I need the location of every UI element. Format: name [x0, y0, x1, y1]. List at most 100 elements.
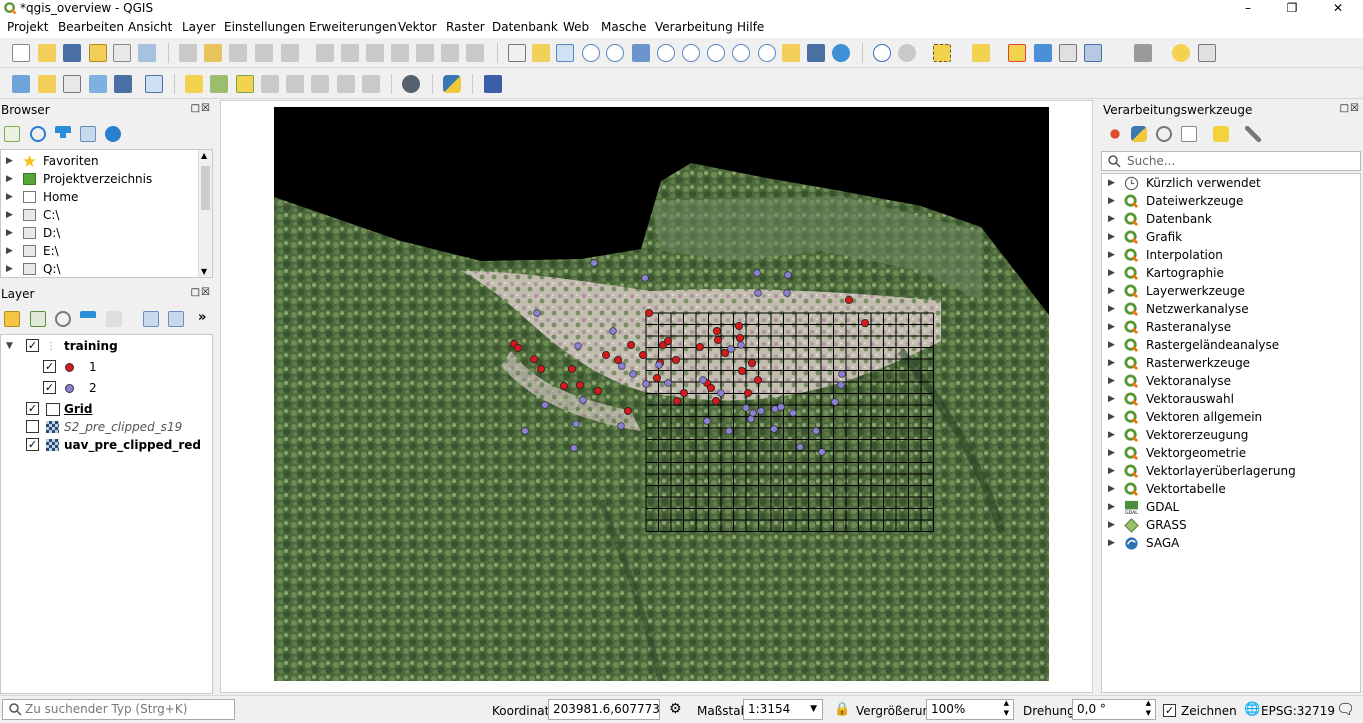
layer-visibility-checkbox[interactable]: ✓ — [43, 381, 56, 394]
training-point-class-1[interactable] — [644, 308, 653, 317]
style-layer-icon[interactable] — [4, 311, 20, 327]
field-calculator-icon[interactable] — [1059, 44, 1077, 62]
results-viewer-icon[interactable] — [1181, 126, 1197, 142]
training-point-class-2[interactable] — [629, 370, 637, 378]
training-point-class-1[interactable] — [738, 366, 747, 375]
add-group-icon[interactable] — [30, 311, 46, 327]
menu-8[interactable]: Datenbank — [492, 20, 558, 34]
delete-selected-icon[interactable] — [341, 44, 359, 62]
training-point-class-2[interactable] — [570, 444, 578, 452]
training-point-class-2[interactable] — [699, 376, 707, 384]
training-point-class-1[interactable] — [601, 350, 610, 359]
measure-line-icon[interactable] — [1134, 44, 1152, 62]
browser-item[interactable]: ▶ Home — [1, 188, 212, 206]
pin-labels-icon[interactable] — [261, 75, 279, 93]
training-point-class-1[interactable] — [706, 383, 715, 392]
expand-arrow-icon[interactable]: ▶ — [1108, 498, 1115, 516]
training-point-class-2[interactable] — [727, 345, 735, 353]
layout-manager-icon[interactable] — [113, 44, 131, 62]
processing-provider-item[interactable]: ▶ Kürzlich verwendet — [1102, 174, 1360, 192]
zoom-to-layer-icon[interactable] — [682, 44, 700, 62]
expand-arrow-icon[interactable]: ▶ — [6, 260, 13, 278]
zoom-to-selection-icon[interactable] — [657, 44, 675, 62]
map-tips-icon[interactable] — [1172, 44, 1190, 62]
menu-7[interactable]: Raster — [446, 20, 485, 34]
expand-arrow-icon[interactable]: ▶ — [1108, 372, 1115, 390]
collapse-all-icon[interactable] — [168, 311, 184, 327]
training-point-class-2[interactable] — [753, 269, 761, 277]
expand-arrow-icon[interactable]: ▶ — [1108, 264, 1115, 282]
zoom-full-icon[interactable] — [632, 44, 650, 62]
new-bookmark-icon[interactable] — [782, 44, 800, 62]
expand-arrow-icon[interactable]: ▶ — [1108, 318, 1115, 336]
models-gear-icon[interactable] — [1107, 126, 1123, 142]
scroll-up-icon[interactable]: ▲ — [201, 151, 207, 160]
training-point-class-2[interactable] — [579, 396, 587, 404]
close-button[interactable]: ✕ — [1316, 0, 1360, 18]
messages-icon[interactable]: 🗨 — [1336, 700, 1355, 718]
new-geopackage-icon[interactable] — [38, 75, 56, 93]
training-point-class-2[interactable] — [796, 443, 804, 451]
save-project-icon[interactable] — [63, 44, 81, 62]
expand-arrow-icon[interactable]: ▶ — [1108, 246, 1115, 264]
menu-9[interactable]: Web — [563, 20, 589, 34]
training-point-class-2[interactable] — [749, 409, 757, 417]
lock-scale-icon[interactable]: 🔒 — [834, 702, 850, 717]
processing-provider-item[interactable]: ▶ Vektorerzeugung — [1102, 426, 1360, 444]
expand-arrow-icon[interactable]: ▶ — [1108, 336, 1115, 354]
training-point-class-2[interactable] — [590, 259, 598, 267]
training-point-class-1[interactable] — [626, 340, 635, 349]
vertex-tool-icon[interactable] — [281, 44, 299, 62]
menu-12[interactable]: Hilfe — [737, 20, 764, 34]
training-point-class-2[interactable] — [642, 380, 650, 388]
processing-provider-item[interactable]: ▶ Netzwerkanalyse — [1102, 300, 1360, 318]
minimize-button[interactable]: – — [1226, 0, 1270, 18]
refresh-icon[interactable] — [30, 126, 46, 142]
processing-provider-item[interactable]: ▶ Vektoranalyse — [1102, 372, 1360, 390]
training-point-class-1[interactable] — [736, 333, 745, 342]
expand-all-icon[interactable] — [143, 311, 159, 327]
select-features-icon[interactable] — [933, 44, 951, 62]
locator-search-input[interactable]: Zu suchender Typ (Strg+K) — [2, 699, 235, 720]
expand-arrow-icon[interactable]: ▶ — [1108, 516, 1115, 534]
expand-arrow-icon[interactable]: ▶ — [1108, 354, 1115, 372]
zoom-native-icon[interactable] — [707, 44, 725, 62]
training-point-class-1[interactable] — [711, 396, 720, 405]
identify-features-icon[interactable] — [873, 44, 891, 62]
new-shapefile-icon[interactable] — [63, 75, 81, 93]
training-point-class-2[interactable] — [725, 427, 733, 435]
training-point-class-2[interactable] — [818, 448, 826, 456]
spin-arrows-icon[interactable]: ▲ ▼ — [1146, 700, 1151, 718]
zoom-out-icon[interactable] — [582, 44, 600, 62]
edit-features-in-place-icon[interactable] — [1213, 126, 1229, 142]
training-point-class-2[interactable] — [618, 362, 626, 370]
statistical-summary-icon[interactable] — [1109, 44, 1127, 62]
processing-provider-item[interactable]: ▶ Dateiwerkzeuge — [1102, 192, 1360, 210]
training-point-class-1[interactable] — [754, 375, 763, 384]
browser-panel-dock-buttons[interactable]: □☒ — [191, 103, 211, 114]
zoom-last-icon[interactable] — [732, 44, 750, 62]
rotation-spinbox[interactable]: 0,0 ° ▲ ▼ — [1072, 699, 1156, 720]
training-point-class-2[interactable] — [831, 398, 839, 406]
label-diagram-icon[interactable] — [210, 75, 228, 93]
refresh-map-icon[interactable] — [832, 44, 850, 62]
gps-toolbar-icon[interactable] — [402, 75, 420, 93]
layer-visibility-checkbox[interactable] — [26, 420, 39, 433]
python-console-icon[interactable] — [443, 75, 461, 93]
move-label-icon[interactable] — [311, 75, 329, 93]
crs-globe-icon[interactable]: 🌐 — [1244, 702, 1260, 717]
expand-arrow-icon[interactable]: ▶ — [1108, 192, 1115, 210]
layer-item[interactable]: ✓ 2 — [1, 379, 212, 397]
training-point-class-1[interactable] — [513, 343, 522, 352]
processing-toolbox-icon[interactable] — [1084, 44, 1102, 62]
training-point-class-1[interactable] — [536, 364, 545, 373]
processing-provider-item[interactable]: ▶ Vektorauswahl — [1102, 390, 1360, 408]
training-point-class-1[interactable] — [671, 355, 680, 364]
training-point-class-2[interactable] — [664, 379, 672, 387]
open-attribute-table-icon[interactable] — [1034, 44, 1052, 62]
python-scripts-icon[interactable] — [1131, 126, 1147, 142]
training-point-class-2[interactable] — [655, 361, 663, 369]
expand-arrow-icon[interactable]: ▶ — [1108, 210, 1115, 228]
visibility-icon[interactable] — [55, 311, 71, 327]
training-point-class-2[interactable] — [742, 404, 750, 412]
